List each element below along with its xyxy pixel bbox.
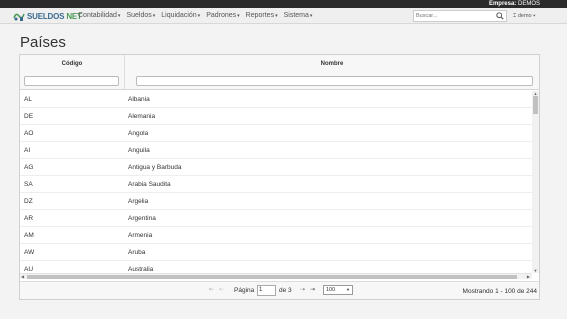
code-filter-input[interactable] [24, 76, 119, 86]
menu-sueldos[interactable]: Sueldos▾ [123, 8, 158, 24]
table-row[interactable]: AW Aruba [20, 244, 532, 261]
table-row[interactable]: AO Angola [20, 125, 532, 142]
scroll-left-icon[interactable]: ◀ [21, 274, 24, 279]
menu-label: Liquidación [161, 12, 197, 19]
page-title: Países [20, 34, 66, 51]
caret-down-icon: ▾ [309, 13, 313, 19]
menu-sistema[interactable]: Sistema▾ [281, 8, 316, 24]
user-menu[interactable]: ⌶ demo ▾ [513, 8, 535, 24]
top-bar: Empresa: DEMOS [0, 0, 567, 8]
menu-label: Reportes [245, 12, 275, 19]
name-cell: Antigua y Barbuda [128, 164, 182, 171]
name-cell: Albania [128, 96, 150, 103]
company-indicator: Empresa: DEMOS [489, 0, 540, 8]
code-cell: AR [24, 215, 34, 222]
menu-label: Padrones [206, 12, 237, 19]
code-cell: AW [24, 249, 35, 256]
horizontal-scroll-thumb[interactable] [27, 275, 517, 279]
brand-name-part1: SUELDOS [27, 11, 65, 21]
code-cell: AL [24, 96, 32, 103]
page-count-label: de 3 [279, 287, 292, 294]
table-row[interactable]: AU Australia [20, 261, 532, 273]
menu-label: Sueldos [126, 12, 152, 19]
pager: ⇤ ⇠ Página 1 de 3 ⇢ ⇥ 100 ▼ Mostrando 1 -… [20, 281, 539, 299]
page-number-input[interactable]: 1 [257, 285, 276, 296]
column-label: Código [61, 61, 83, 67]
code-cell: DZ [24, 198, 33, 205]
name-cell: Argelia [128, 198, 149, 205]
table-row[interactable]: AG Antigua y Barbuda [20, 159, 532, 176]
scroll-down-icon[interactable]: ▼ [532, 268, 539, 273]
table-row[interactable]: DE Alemania [20, 108, 532, 125]
menu-label: Contabilidad [78, 12, 117, 19]
table-row[interactable]: AM Armenia [20, 227, 532, 244]
code-cell: AG [24, 164, 34, 171]
table-row[interactable]: AL Albania [20, 91, 532, 108]
code-cell: SA [24, 181, 33, 188]
countries-grid: Código Nombre AL Albania DE Alemania AO Ang… [19, 54, 540, 300]
code-cell: AO [24, 130, 34, 137]
chevron-down-icon: ▼ [346, 287, 350, 292]
name-cell: Arabia Saudita [128, 181, 171, 188]
name-cell: Anguila [128, 147, 150, 154]
menu-contabilidad[interactable]: Contabilidad▾ [75, 8, 123, 24]
page-label: Página [234, 287, 255, 294]
page-size-value: 100 [326, 287, 336, 293]
page-size-select[interactable]: 100 ▼ [323, 285, 353, 295]
navbar: SUELDOS NET Contabilidad▾ Sueldos▾ Liqui… [0, 8, 567, 24]
logo-icon [13, 13, 25, 21]
name-cell: Armenia [128, 232, 153, 239]
menu-reportes[interactable]: Reportes▾ [243, 8, 281, 24]
table-row[interactable]: DZ Argelia [20, 193, 532, 210]
caret-down-icon: ▾ [197, 13, 201, 19]
records-summary: Mostrando 1 - 100 de 244 [462, 288, 537, 295]
vertical-scroll-thumb[interactable] [533, 96, 538, 114]
menu-padrones[interactable]: Padrones▾ [203, 8, 242, 24]
search-input[interactable] [414, 11, 494, 21]
scroll-right-icon[interactable]: ▶ [527, 274, 530, 279]
brand-logo[interactable]: SUELDOS NET [13, 8, 82, 24]
name-filter-input[interactable] [136, 76, 533, 86]
column-header-name[interactable]: Nombre [125, 55, 539, 90]
caret-down-icon: ▾ [533, 13, 536, 19]
table-row[interactable]: AI Anguila [20, 142, 532, 159]
horizontal-scrollbar[interactable]: ◀ ▶ [20, 273, 532, 279]
search-box [413, 10, 507, 22]
column-header-code[interactable]: Código [20, 55, 125, 90]
name-cell: Angola [128, 130, 149, 137]
company-value: DEMOS [517, 1, 540, 7]
name-cell: Aruba [128, 249, 146, 256]
user-name: demo [517, 13, 532, 19]
code-cell: AI [24, 147, 31, 154]
code-cell: DE [24, 113, 34, 120]
name-cell: Australia [128, 266, 154, 273]
table-row[interactable]: AR Argentina [20, 210, 532, 227]
company-label: Empresa: [488, 1, 517, 7]
caret-down-icon: ▾ [275, 13, 278, 19]
vertical-scrollbar[interactable]: ▲ ▼ [532, 91, 539, 273]
brand-name: SUELDOS NET [27, 12, 82, 21]
column-label: Nombre [320, 61, 344, 67]
caret-down-icon: ▾ [117, 13, 121, 19]
name-cell: Argentina [128, 215, 156, 222]
grid-header: Código Nombre [20, 55, 539, 90]
table-row[interactable]: SA Arabia Saudita [20, 176, 532, 193]
last-page-icon[interactable]: ⇥ [310, 286, 315, 293]
caret-down-icon: ▾ [237, 13, 240, 19]
code-cell: AM [24, 232, 34, 239]
prev-page-icon[interactable]: ⇠ [219, 286, 224, 293]
search-icon[interactable] [496, 12, 504, 20]
user-icon: ⌶ [513, 13, 517, 19]
first-page-icon[interactable]: ⇤ [209, 286, 214, 293]
code-cell: AU [24, 266, 34, 273]
caret-down-icon: ▾ [152, 13, 156, 19]
main-menu: Contabilidad▾ Sueldos▾ Liquidación▾ Padr… [75, 8, 315, 24]
menu-liquidacion[interactable]: Liquidación▾ [158, 8, 203, 24]
name-cell: Alemania [128, 113, 156, 120]
menu-label: Sistema [283, 12, 309, 19]
next-page-icon[interactable]: ⇢ [300, 286, 305, 293]
grid-body: AL Albania DE Alemania AO Angola AI Anguila … [20, 91, 532, 273]
